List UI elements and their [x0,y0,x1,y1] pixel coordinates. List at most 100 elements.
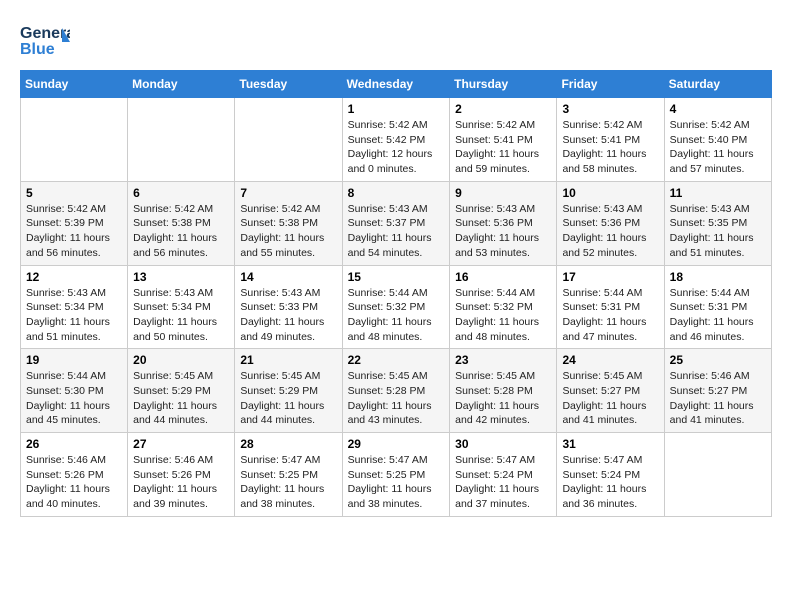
calendar-cell: 27 Sunrise: 5:46 AM Sunset: 5:26 PM Dayli… [128,433,235,517]
calendar-week-row: 12Sunrise: 5:43 AM Sunset: 5:34 PM Dayli… [21,265,772,349]
calendar-cell: 16 Sunrise: 5:44 AM Sunset: 5:32 PM Dayli… [450,265,557,349]
day-number: 4 [670,102,766,116]
day-number: 23 [455,353,551,367]
day-info: Sunrise: 5:43 AM Sunset: 5:35 PM Dayligh… [670,202,766,261]
day-number: 24 [562,353,658,367]
calendar-cell: 17 Sunrise: 5:44 AM Sunset: 5:31 PM Dayli… [557,265,664,349]
calendar-cell: 19 Sunrise: 5:44 AM Sunset: 5:30 PM Dayli… [21,349,128,433]
day-number: 22 [348,353,445,367]
day-number: 5 [26,186,122,200]
day-info: Sunrise: 5:42 AM Sunset: 5:41 PM Dayligh… [562,118,658,177]
calendar-cell: 23 Sunrise: 5:45 AM Sunset: 5:28 PM Dayli… [450,349,557,433]
day-info: Sunrise: 5:42 AM Sunset: 5:38 PM Dayligh… [133,202,229,261]
day-info: Sunrise: 5:44 AM Sunset: 5:32 PM Dayligh… [455,286,551,345]
day-number: 2 [455,102,551,116]
day-number: 28 [240,437,336,451]
day-info: Sunrise: 5:46 AM Sunset: 5:27 PM Dayligh… [670,369,766,428]
day-info: Sunrise: 5:43 AM Sunset: 5:34 PM Dayligh… [133,286,229,345]
calendar-cell: 10Sunrise: 5:43 AM Sunset: 5:36 PM Dayli… [557,181,664,265]
calendar-cell: 3Sunrise: 5:42 AM Sunset: 5:41 PM Daylig… [557,98,664,182]
day-number: 7 [240,186,336,200]
calendar-cell: 22 Sunrise: 5:45 AM Sunset: 5:28 PM Dayli… [342,349,450,433]
svg-text:Blue: Blue [20,41,55,58]
day-info: Sunrise: 5:43 AM Sunset: 5:37 PM Dayligh… [348,202,445,261]
day-number: 17 [562,270,658,284]
day-number: 14 [240,270,336,284]
day-info: Sunrise: 5:45 AM Sunset: 5:29 PM Dayligh… [133,369,229,428]
day-header-friday: Friday [557,71,664,98]
day-number: 8 [348,186,445,200]
calendar-cell: 13Sunrise: 5:43 AM Sunset: 5:34 PM Dayli… [128,265,235,349]
day-info: Sunrise: 5:47 AM Sunset: 5:25 PM Dayligh… [348,453,445,512]
day-header-thursday: Thursday [450,71,557,98]
day-number: 6 [133,186,229,200]
calendar-cell: 9 Sunrise: 5:43 AM Sunset: 5:36 PM Daylig… [450,181,557,265]
calendar-week-row: 19 Sunrise: 5:44 AM Sunset: 5:30 PM Dayli… [21,349,772,433]
day-info: Sunrise: 5:44 AM Sunset: 5:30 PM Dayligh… [26,369,122,428]
calendar-body: 1Sunrise: 5:42 AM Sunset: 5:42 PM Daylig… [21,98,772,517]
day-number: 20 [133,353,229,367]
day-number: 18 [670,270,766,284]
day-info: Sunrise: 5:43 AM Sunset: 5:36 PM Dayligh… [562,202,658,261]
calendar-cell: 26Sunrise: 5:46 AM Sunset: 5:26 PM Dayli… [21,433,128,517]
day-number: 27 [133,437,229,451]
day-info: Sunrise: 5:47 AM Sunset: 5:24 PM Dayligh… [455,453,551,512]
day-number: 19 [26,353,122,367]
calendar-cell: 24 Sunrise: 5:45 AM Sunset: 5:27 PM Dayli… [557,349,664,433]
day-info: Sunrise: 5:46 AM Sunset: 5:26 PM Dayligh… [26,453,122,512]
day-header-wednesday: Wednesday [342,71,450,98]
day-info: Sunrise: 5:44 AM Sunset: 5:32 PM Dayligh… [348,286,445,345]
calendar-cell: 18Sunrise: 5:44 AM Sunset: 5:31 PM Dayli… [664,265,771,349]
day-info: Sunrise: 5:47 AM Sunset: 5:25 PM Dayligh… [240,453,336,512]
calendar-cell [235,98,342,182]
calendar-header-row: SundayMondayTuesdayWednesdayThursdayFrid… [21,71,772,98]
day-info: Sunrise: 5:45 AM Sunset: 5:28 PM Dayligh… [455,369,551,428]
calendar-week-row: 26Sunrise: 5:46 AM Sunset: 5:26 PM Dayli… [21,433,772,517]
day-info: Sunrise: 5:44 AM Sunset: 5:31 PM Dayligh… [562,286,658,345]
day-info: Sunrise: 5:47 AM Sunset: 5:24 PM Dayligh… [562,453,658,512]
day-info: Sunrise: 5:46 AM Sunset: 5:26 PM Dayligh… [133,453,229,512]
day-number: 9 [455,186,551,200]
day-info: Sunrise: 5:42 AM Sunset: 5:38 PM Dayligh… [240,202,336,261]
calendar-cell: 4 Sunrise: 5:42 AM Sunset: 5:40 PM Daylig… [664,98,771,182]
day-number: 11 [670,186,766,200]
calendar-cell: 7 Sunrise: 5:42 AM Sunset: 5:38 PM Daylig… [235,181,342,265]
calendar-cell [128,98,235,182]
calendar-cell: 1Sunrise: 5:42 AM Sunset: 5:42 PM Daylig… [342,98,450,182]
page-header: General Blue [20,20,772,60]
calendar-cell: 6 Sunrise: 5:42 AM Sunset: 5:38 PM Daylig… [128,181,235,265]
day-number: 29 [348,437,445,451]
day-info: Sunrise: 5:42 AM Sunset: 5:40 PM Dayligh… [670,118,766,177]
calendar-cell: 8 Sunrise: 5:43 AM Sunset: 5:37 PM Daylig… [342,181,450,265]
day-header-sunday: Sunday [21,71,128,98]
calendar-cell: 2Sunrise: 5:42 AM Sunset: 5:41 PM Daylig… [450,98,557,182]
day-header-tuesday: Tuesday [235,71,342,98]
calendar-cell [21,98,128,182]
calendar-cell: 21Sunrise: 5:45 AM Sunset: 5:29 PM Dayli… [235,349,342,433]
calendar-cell: 28 Sunrise: 5:47 AM Sunset: 5:25 PM Dayli… [235,433,342,517]
calendar-cell: 12Sunrise: 5:43 AM Sunset: 5:34 PM Dayli… [21,265,128,349]
day-info: Sunrise: 5:43 AM Sunset: 5:36 PM Dayligh… [455,202,551,261]
day-number: 15 [348,270,445,284]
day-info: Sunrise: 5:45 AM Sunset: 5:28 PM Dayligh… [348,369,445,428]
day-number: 21 [240,353,336,367]
calendar-cell: 20 Sunrise: 5:45 AM Sunset: 5:29 PM Dayli… [128,349,235,433]
calendar-cell: 14 Sunrise: 5:43 AM Sunset: 5:33 PM Dayli… [235,265,342,349]
day-number: 16 [455,270,551,284]
calendar-cell: 29 Sunrise: 5:47 AM Sunset: 5:25 PM Dayli… [342,433,450,517]
calendar-table: SundayMondayTuesdayWednesdayThursdayFrid… [20,70,772,517]
day-info: Sunrise: 5:43 AM Sunset: 5:33 PM Dayligh… [240,286,336,345]
day-number: 30 [455,437,551,451]
day-number: 25 [670,353,766,367]
calendar-cell: 5 Sunrise: 5:42 AM Sunset: 5:39 PM Daylig… [21,181,128,265]
calendar-cell: 30 Sunrise: 5:47 AM Sunset: 5:24 PM Dayli… [450,433,557,517]
calendar-cell [664,433,771,517]
day-info: Sunrise: 5:43 AM Sunset: 5:34 PM Dayligh… [26,286,122,345]
day-header-saturday: Saturday [664,71,771,98]
calendar-cell: 31 Sunrise: 5:47 AM Sunset: 5:24 PM Dayli… [557,433,664,517]
day-info: Sunrise: 5:45 AM Sunset: 5:27 PM Dayligh… [562,369,658,428]
calendar-cell: 15 Sunrise: 5:44 AM Sunset: 5:32 PM Dayli… [342,265,450,349]
day-number: 31 [562,437,658,451]
day-info: Sunrise: 5:42 AM Sunset: 5:39 PM Dayligh… [26,202,122,261]
logo-icon: General Blue [20,20,70,60]
